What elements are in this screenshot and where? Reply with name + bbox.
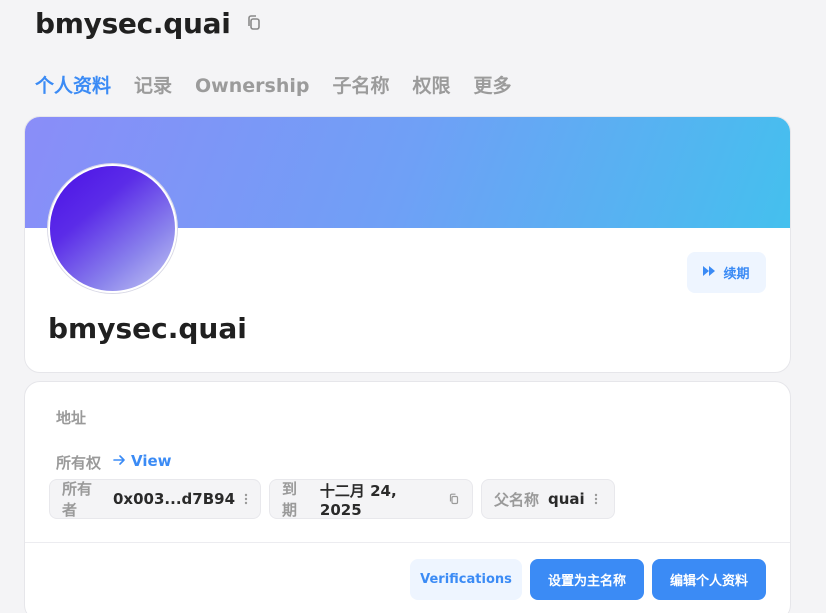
copy-icon[interactable] — [448, 493, 460, 505]
renew-label: 续期 — [723, 267, 750, 282]
edit-profile-button[interactable]: 编辑个人资料 — [652, 559, 766, 600]
renew-button[interactable]: 续期 — [687, 252, 766, 293]
ownership-label: 所有权 — [56, 454, 102, 472]
expiry-chip[interactable]: 到期 十二月 24, 2025 — [269, 479, 473, 519]
set-primary-name-button[interactable]: 设置为主名称 — [530, 559, 644, 600]
title-row: bmysec.quai — [35, 4, 263, 42]
profile-name: bmysec.quai — [48, 312, 247, 345]
tab-bar: 个人资料 记录 Ownership 子名称 权限 更多 — [35, 72, 535, 100]
profile-card: 续期 bmysec.quai — [24, 116, 791, 373]
avatar — [48, 164, 177, 293]
owner-chip[interactable]: 所有者 0x003...d7B94 — [49, 479, 261, 519]
tab-ownership[interactable]: Ownership — [195, 72, 309, 100]
info-card: 地址 所有权 View 所有者 0x003...d7B94 到期 十二月 24,… — [24, 381, 791, 613]
expiry-value: 十二月 24, 2025 — [319, 481, 397, 519]
parent-value: quai — [548, 490, 585, 508]
tab-records[interactable]: 记录 — [134, 72, 172, 100]
tab-profile[interactable]: 个人资料 — [35, 72, 111, 100]
parent-chip[interactable]: 父名称 quai — [481, 479, 615, 519]
tab-more[interactable]: 更多 — [474, 72, 512, 100]
more-vertical-icon[interactable] — [244, 493, 248, 505]
owner-value: 0x003...d7B94 — [113, 490, 235, 508]
fast-forward-icon — [703, 265, 716, 280]
parent-label: 父名称 — [494, 490, 540, 509]
owner-label: 所有者 — [62, 480, 93, 519]
expiry-label: 到期 — [282, 480, 298, 519]
view-ownership-link[interactable]: View — [113, 452, 172, 470]
tab-subnames[interactable]: 子名称 — [332, 72, 389, 100]
view-link-label: View — [131, 452, 172, 470]
copy-icon[interactable] — [245, 14, 263, 32]
tab-permissions[interactable]: 权限 — [412, 72, 450, 100]
address-label: 地址 — [56, 409, 87, 427]
verifications-button[interactable]: Verifications — [410, 559, 522, 600]
arrow-right-icon — [113, 452, 126, 470]
page-title: bmysec.quai — [35, 6, 231, 40]
divider — [25, 542, 790, 543]
more-vertical-icon[interactable] — [594, 493, 598, 505]
